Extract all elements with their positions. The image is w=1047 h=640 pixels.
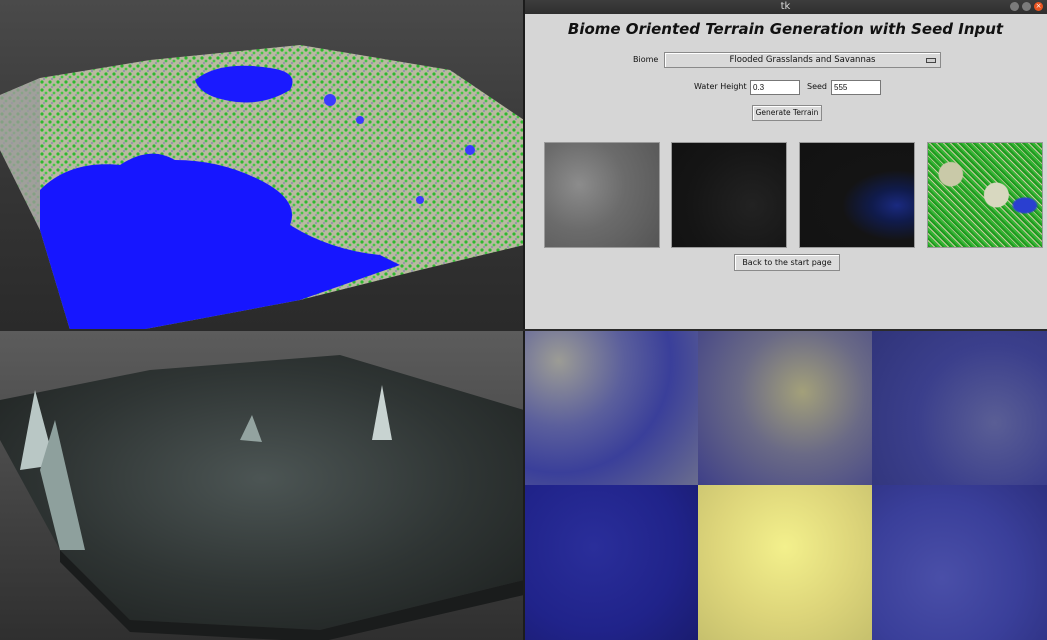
vertical-divider: [523, 0, 525, 640]
dropdown-indicator-icon: [926, 58, 936, 63]
texture-grid-view: [524, 330, 1047, 640]
tk-app-window: tk × Biome Oriented Terrain Generation w…: [524, 0, 1047, 330]
texture-tile: [872, 485, 1047, 640]
seed-label: Seed: [807, 82, 827, 91]
minimize-icon[interactable]: [1010, 2, 1019, 11]
water-height-label: Water Height: [694, 82, 747, 91]
water-map-thumbnail: [799, 142, 915, 248]
texture-tile: [524, 485, 698, 640]
terrain-3d-heightmap-render: [0, 355, 524, 640]
seed-input[interactable]: [831, 80, 881, 95]
shadow-map-thumbnail: [671, 142, 787, 248]
biome-dropdown-value: Flooded Grasslands and Savannas: [729, 55, 876, 65]
biome-label: Biome: [633, 55, 659, 64]
biome-color-map-thumbnail: [927, 142, 1043, 248]
heightmap-thumbnail: [544, 142, 660, 248]
terrain-3d-colored-render: [0, 45, 524, 330]
back-to-start-button[interactable]: Back to the start page: [734, 254, 840, 271]
horizontal-divider: [0, 329, 1047, 331]
generate-terrain-button[interactable]: Generate Terrain: [752, 105, 822, 121]
texture-tile: [698, 330, 872, 485]
biome-dropdown[interactable]: Flooded Grasslands and Savannas: [664, 52, 941, 68]
terrain-3d-heightmap-view[interactable]: [0, 330, 524, 640]
maximize-icon[interactable]: [1022, 2, 1031, 11]
close-icon[interactable]: ×: [1034, 2, 1043, 11]
app-title: Biome Oriented Terrain Generation with S…: [567, 20, 1004, 38]
terrain-3d-colored-view[interactable]: [0, 0, 524, 330]
window-title: tk: [780, 1, 791, 12]
water-height-input[interactable]: [750, 80, 800, 95]
texture-tile: [872, 330, 1047, 485]
window-titlebar[interactable]: tk ×: [524, 0, 1047, 14]
texture-tile: [698, 485, 872, 640]
texture-grid: [524, 330, 1047, 640]
window-controls: ×: [1010, 2, 1043, 11]
texture-tile: [524, 330, 698, 485]
